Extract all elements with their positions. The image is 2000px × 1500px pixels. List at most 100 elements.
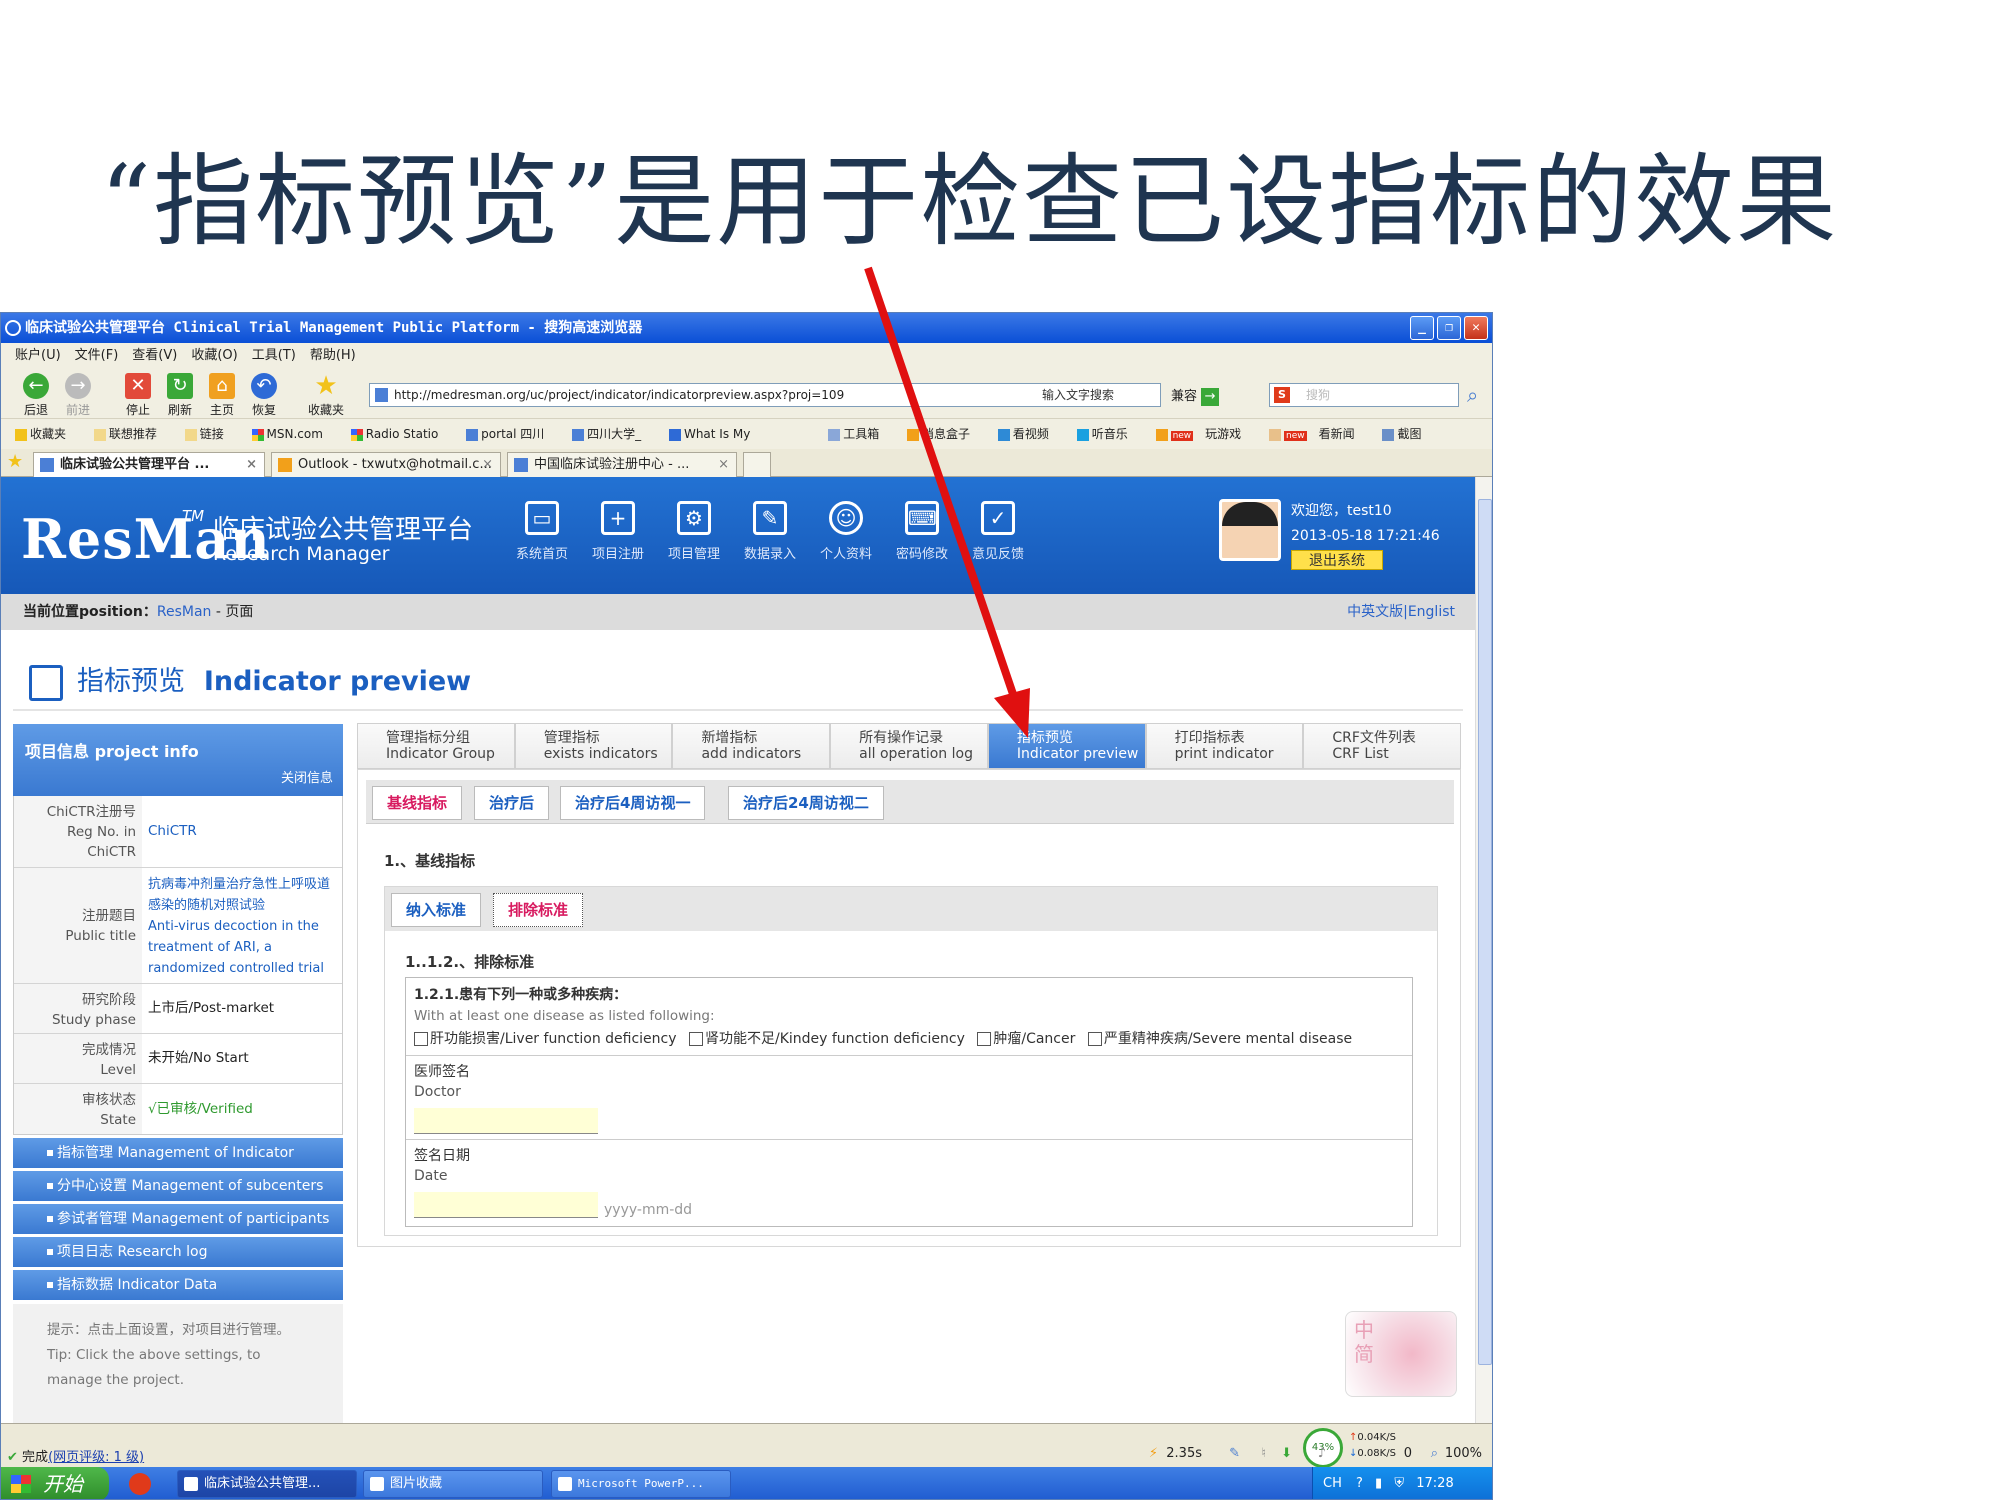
fav-screenshot[interactable]: 截图 [1382,427,1433,441]
close-window-icon[interactable]: ✕ [1464,316,1488,340]
volume-icon[interactable]: ♪ [1318,1446,1326,1461]
checkbox[interactable] [977,1032,992,1046]
fav-msn[interactable]: MSN.com [251,427,335,441]
forward-button[interactable]: → 前进 [59,373,97,418]
option-liver[interactable]: 肝功能损害/Liver function deficiency [414,1031,677,1047]
battery-icon[interactable]: ▮ [1375,1476,1382,1491]
stop-button[interactable]: ✕ 停止 [119,373,157,418]
scroll-thumb[interactable] [1478,499,1492,1365]
restore-button[interactable]: ↶ 恢复 [245,373,283,418]
go-arrow-icon[interactable]: → [1201,387,1220,406]
checkbox[interactable] [414,1032,428,1046]
option-kidney[interactable]: 肾功能不足/Kindey function deficiency [688,1031,965,1047]
fav-scu[interactable]: 四川大学_ [572,427,653,441]
back-button[interactable]: ← 后退 [17,373,55,418]
magnifier-icon[interactable]: ⌕ [1467,383,1478,407]
close-tab-icon[interactable]: × [482,453,493,476]
side-btn-log[interactable]: 项目日志 Research log [13,1237,343,1267]
tab-add-indicators[interactable]: 新增指标 add indicators [672,723,831,768]
menu-file[interactable]: 文件(F) [75,343,119,369]
checkbox[interactable] [1087,1032,1102,1046]
task-resman[interactable]: 临床试验公共管理... [177,1470,357,1498]
favorites-button[interactable]: ★ 收藏夹 [307,373,345,418]
search-input[interactable]: S 搜狗 [1269,383,1459,407]
shield-icon[interactable]: ⛨ [1394,1476,1404,1491]
address-bar[interactable]: http://medresman.org/uc/project/indicato… [369,383,1161,407]
close-tab-icon[interactable]: × [718,453,729,476]
menu-help[interactable]: 帮助(H) [310,343,356,369]
side-btn-subcenters[interactable]: 分中心设置 Management of subcenters [13,1171,343,1201]
task-pictures[interactable]: 图片收藏 [363,1470,543,1498]
vertical-scrollbar[interactable] [1475,477,1492,1423]
tab-indicator-group[interactable]: 管理指标分组 Indicator Group [357,723,515,768]
tab-crf-list[interactable]: CRF文件列表 CRF List [1303,723,1462,768]
menu-account[interactable]: 账户(U) [15,343,61,369]
nav-password[interactable]: ⌨ 密码修改 [887,501,957,562]
new-tab-button[interactable] [743,452,771,477]
fav-links[interactable]: 链接 [184,427,236,441]
tab-print-indicator[interactable]: 打印指标表 print indicator [1145,723,1304,768]
help-icon[interactable]: ? [1356,1476,1363,1491]
nav-home[interactable]: ▭ 系统首页 [507,501,577,562]
date-input[interactable] [414,1192,598,1218]
close-tab-icon[interactable]: × [246,453,257,476]
fav-whatismy[interactable]: What Is My [668,427,762,441]
task-powerpoint[interactable]: Microsoft PowerP... [551,1470,731,1498]
nav-manage[interactable]: ⚙ 项目管理 [659,501,729,562]
option-mental[interactable]: 严重精神疾病/Severe mental disease [1087,1031,1352,1047]
browser-tab-chictr[interactable]: 中国临床试验注册中心 - ... × [507,452,737,477]
sogou-taskbar-icon[interactable] [129,1473,151,1495]
menu-view[interactable]: 查看(V) [132,343,177,369]
visit-tab-4weeks[interactable]: 治疗后4周访视一 [560,786,706,820]
rating-link[interactable]: (网页评级: 1 级) [48,1450,144,1465]
browser-tab-resman[interactable]: 临床试验公共管理平台 ... × [33,452,265,477]
criteria-tab-inclusion[interactable]: 纳入标准 [391,893,482,927]
tab-exists-indicators[interactable]: 管理指标 exists indicators [514,723,673,768]
mic-icon[interactable]: ♮ [1261,1446,1266,1461]
fav-lenovo[interactable]: 联想推荐 [93,427,169,441]
zoom-level[interactable]: 100% [1445,1446,1482,1461]
fav-portal[interactable]: portal 四川 [466,427,556,441]
nav-data-entry[interactable]: ✎ 数据录入 [735,501,805,562]
side-btn-participants[interactable]: 参试者管理 Management of participants [13,1204,343,1234]
start-button[interactable]: 开始 [1,1467,109,1499]
crumb-link[interactable]: ResMan [157,604,212,620]
fav-news[interactable]: new 看新闻 [1269,427,1367,441]
nav-register[interactable]: + 项目注册 [583,501,653,562]
fav-messages[interactable]: 消息盒子 [907,427,982,441]
criteria-tab-exclusion[interactable]: 排除标准 [493,893,584,927]
rose-widget[interactable]: 中 简 [1345,1311,1457,1397]
star-icon[interactable]: ★ [7,451,23,472]
side-btn-indicator[interactable]: 指标管理 Management of Indicator [13,1138,343,1168]
compat-button[interactable]: 兼容 → [1171,385,1220,406]
fav-games[interactable]: new 玩游戏 [1155,427,1254,441]
visit-tab-after[interactable]: 治疗后 [474,786,550,820]
visit-tab-baseline[interactable]: 基线指标 [372,786,463,820]
option-cancer[interactable]: 肿瘤/Cancer [977,1031,1075,1047]
nav-feedback[interactable]: ✓ 意见反馈 [963,501,1033,562]
menu-favorites[interactable]: 收藏(O) [191,343,237,369]
checkbox[interactable] [688,1032,703,1046]
fav-music[interactable]: 听音乐 [1076,427,1140,441]
tray-lang[interactable]: CH [1323,1476,1342,1491]
side-btn-data[interactable]: 指标数据 Indicator Data [13,1270,343,1300]
close-info-link[interactable]: 关闭信息 [281,767,333,786]
visit-tab-24weeks[interactable]: 治疗后24周访视二 [728,786,884,820]
tab-operation-log[interactable]: 所有操作记录 all operation log [830,723,988,768]
browser-tab-outlook[interactable]: Outlook - txwutx@hotmail.c... × [271,452,501,477]
fav-toolbox[interactable]: 工具箱 [828,427,891,441]
language-switch[interactable]: 中英文版|Englist [1347,594,1455,630]
tab-indicator-preview[interactable]: 指标预览 Indicator preview [987,723,1146,768]
fav-video[interactable]: 看视频 [997,427,1061,441]
fav-favorites[interactable]: 收藏夹 [15,427,78,441]
restore-icon[interactable]: ❐ [1437,316,1461,340]
zoom-icon[interactable]: ⌕ [1431,1446,1438,1461]
minimize-icon[interactable]: _ [1410,316,1434,340]
refresh-button[interactable]: ↻ 刷新 [161,373,199,418]
tool-icon[interactable]: ✎ [1229,1446,1240,1461]
nav-profile[interactable]: ☺ 个人资料 [811,501,881,562]
logout-button[interactable]: 退出系统 [1291,550,1383,570]
fav-radio[interactable]: Radio Statio [350,427,451,441]
home-button[interactable]: ⌂ 主页 [203,373,241,418]
doctor-signature-input[interactable] [414,1108,598,1134]
